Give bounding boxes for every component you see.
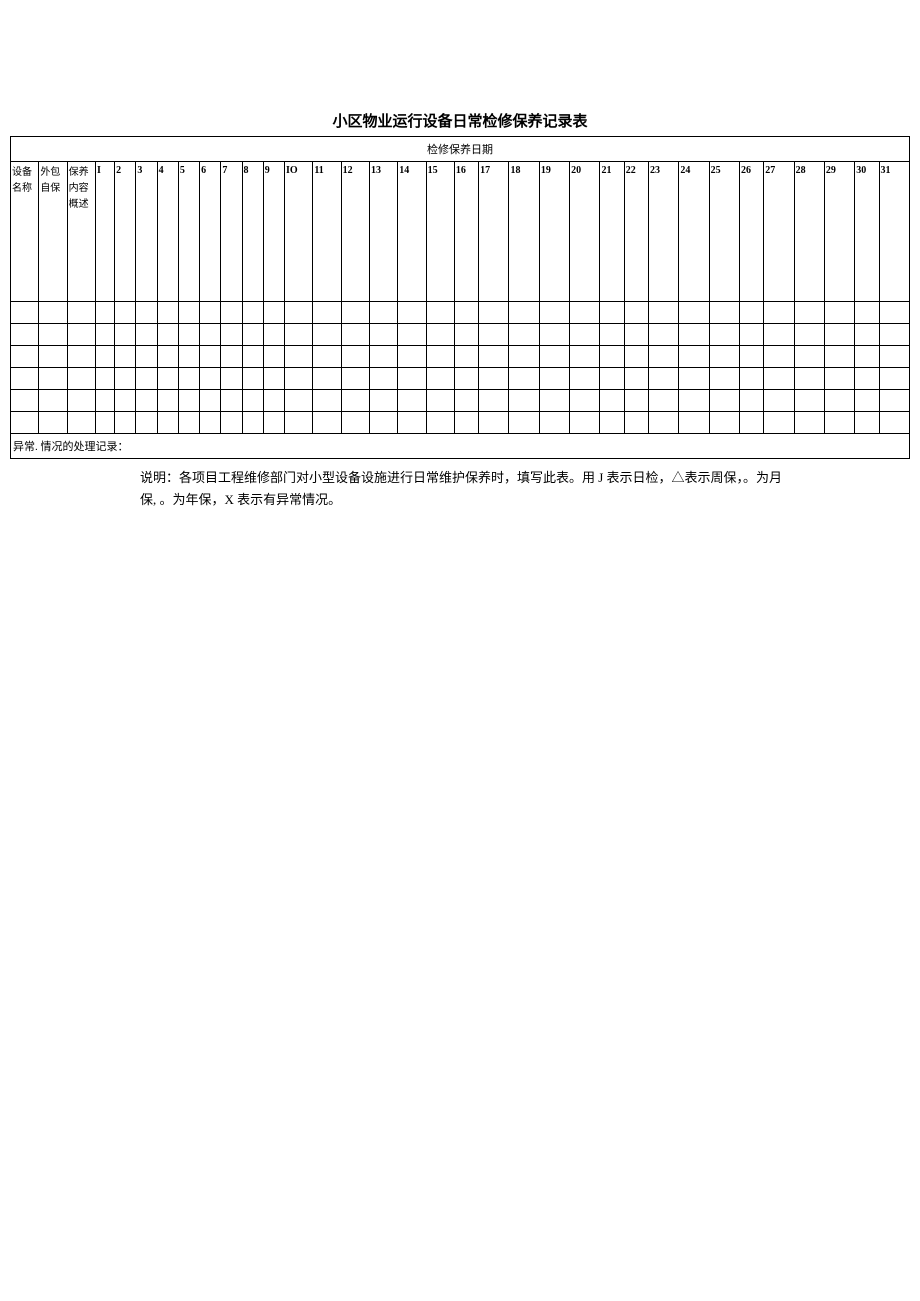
table-row: [11, 324, 910, 346]
day-17: 17: [479, 162, 509, 302]
day-29: 29: [824, 162, 854, 302]
table-row: [11, 368, 910, 390]
col-device-name: 设备名称: [11, 162, 39, 302]
day-18: 18: [509, 162, 539, 302]
col-outsource-self: 外包自保: [39, 162, 67, 302]
day-5: 5: [178, 162, 199, 302]
day-13: 13: [369, 162, 397, 302]
day-3: 3: [136, 162, 157, 302]
day-9: 9: [263, 162, 284, 302]
table-row: [11, 390, 910, 412]
date-header-row: 检修保养日期: [11, 137, 910, 162]
day-31: 31: [879, 162, 910, 302]
day-30: 30: [855, 162, 879, 302]
day-22: 22: [624, 162, 648, 302]
notes-section: 说明：各项目工程维修部门对小型设备设施进行日常维护保养时，填写此表。用 J 表示…: [140, 467, 900, 511]
day-23: 23: [649, 162, 679, 302]
day-15: 15: [426, 162, 454, 302]
table-row: [11, 346, 910, 368]
day-24: 24: [679, 162, 709, 302]
day-12: 12: [341, 162, 369, 302]
day-1: I: [95, 162, 114, 302]
abnormal-record-cell: 异常. 情况的处理记录：: [11, 434, 910, 459]
column-header-row: 设备名称 外包自保 保养内容概述 I 2 3 4 5 6 7 8 9 IO 11…: [11, 162, 910, 302]
date-header-cell: 检修保养日期: [11, 137, 910, 162]
day-25: 25: [709, 162, 739, 302]
day-7: 7: [221, 162, 242, 302]
table-row: [11, 302, 910, 324]
day-27: 27: [764, 162, 794, 302]
day-20: 20: [570, 162, 600, 302]
day-4: 4: [157, 162, 178, 302]
day-11: 11: [313, 162, 341, 302]
day-2: 2: [115, 162, 136, 302]
day-26: 26: [739, 162, 763, 302]
notes-line-2: 保, 。为年保，X 表示有异常情况。: [140, 489, 900, 511]
page-title: 小区物业运行设备日常检修保养记录表: [10, 110, 910, 131]
day-19: 19: [539, 162, 569, 302]
day-21: 21: [600, 162, 624, 302]
col-maintenance-content: 保养内容概述: [67, 162, 95, 302]
day-8: 8: [242, 162, 263, 302]
day-10: IO: [285, 162, 313, 302]
day-16: 16: [454, 162, 478, 302]
table-row: [11, 412, 910, 434]
day-14: 14: [398, 162, 426, 302]
notes-line-1: 说明：各项目工程维修部门对小型设备设施进行日常维护保养时，填写此表。用 J 表示…: [140, 467, 900, 489]
day-28: 28: [794, 162, 824, 302]
abnormal-record-row: 异常. 情况的处理记录：: [11, 434, 910, 459]
day-6: 6: [200, 162, 221, 302]
maintenance-table: 检修保养日期 设备名称 外包自保 保养内容概述 I 2 3 4 5 6 7 8 …: [10, 136, 910, 459]
